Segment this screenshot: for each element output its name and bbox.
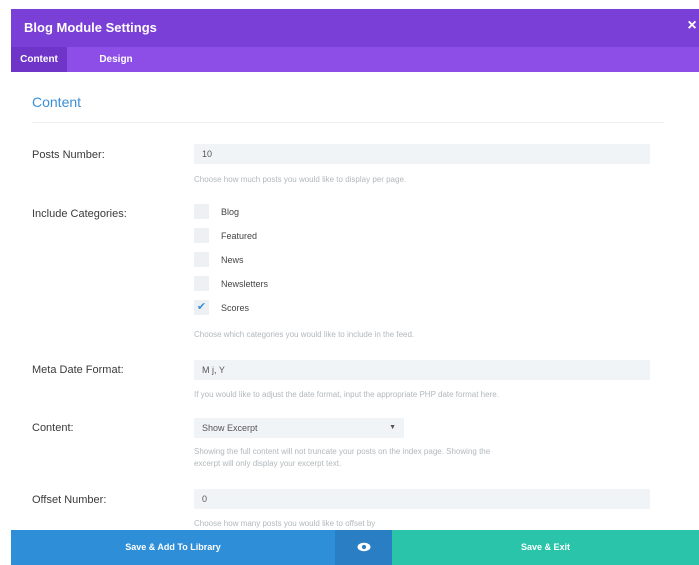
content-select[interactable]: Show Excerpt ▼	[194, 418, 404, 438]
checkbox-label: News	[221, 255, 244, 265]
include-categories-label: Include Categories:	[32, 208, 127, 220]
content-select-label: Content:	[32, 422, 74, 434]
content-help-line2: excerpt will only display your excerpt t…	[194, 459, 342, 468]
meta-date-format-label: Meta Date Format:	[32, 364, 124, 376]
checkbox-label: Featured	[221, 231, 258, 241]
meta-date-format-input[interactable]: M j, Y	[194, 360, 650, 380]
include-categories-help: Choose which categories you would like t…	[194, 330, 415, 339]
tab-design[interactable]: Design	[91, 47, 141, 72]
close-icon[interactable]: ×	[685, 17, 699, 35]
posts-number-label: Posts Number:	[32, 149, 105, 161]
checkbox-label: Scores	[221, 303, 250, 313]
meta-date-format-help: If you would like to adjust the date for…	[194, 390, 499, 399]
preview-button[interactable]	[335, 530, 392, 565]
chevron-down-icon: ▼	[389, 424, 396, 431]
eye-icon	[357, 542, 370, 552]
checkbox-newsletters[interactable]	[194, 276, 209, 291]
offset-number-help: Choose how many posts you would like to …	[194, 519, 376, 528]
settings-panel: Content Posts Number: 10 Choose how much…	[11, 72, 699, 530]
content-select-value: Show Excerpt	[202, 423, 258, 433]
modal-footer: Save & Add To Library Save & Exit	[11, 530, 699, 565]
section-title: Content	[32, 94, 82, 110]
tab-content[interactable]: Content	[11, 47, 67, 72]
save-add-to-library-button[interactable]: Save & Add To Library	[11, 530, 335, 565]
checkbox-label: Newsletters	[221, 279, 269, 289]
posts-number-input[interactable]: 10	[194, 144, 650, 164]
save-and-exit-button[interactable]: Save & Exit	[392, 530, 699, 565]
offset-number-input[interactable]: 0	[194, 489, 650, 509]
section-divider	[32, 122, 664, 123]
modal-header: Blog Module Settings ×	[11, 9, 699, 47]
offset-number-label: Offset Number:	[32, 494, 107, 506]
tab-bar: Content Design	[11, 47, 699, 72]
checkbox-blog[interactable]	[194, 204, 209, 219]
checkbox-scores[interactable]: ✔	[194, 300, 209, 315]
modal-title: Blog Module Settings	[24, 20, 157, 35]
checkbox-label: Blog	[221, 207, 240, 217]
checkbox-featured[interactable]	[194, 228, 209, 243]
content-help-line1: Showing the full content will not trunca…	[194, 447, 491, 456]
posts-number-help: Choose how much posts you would like to …	[194, 175, 407, 184]
checkbox-news[interactable]	[194, 252, 209, 267]
